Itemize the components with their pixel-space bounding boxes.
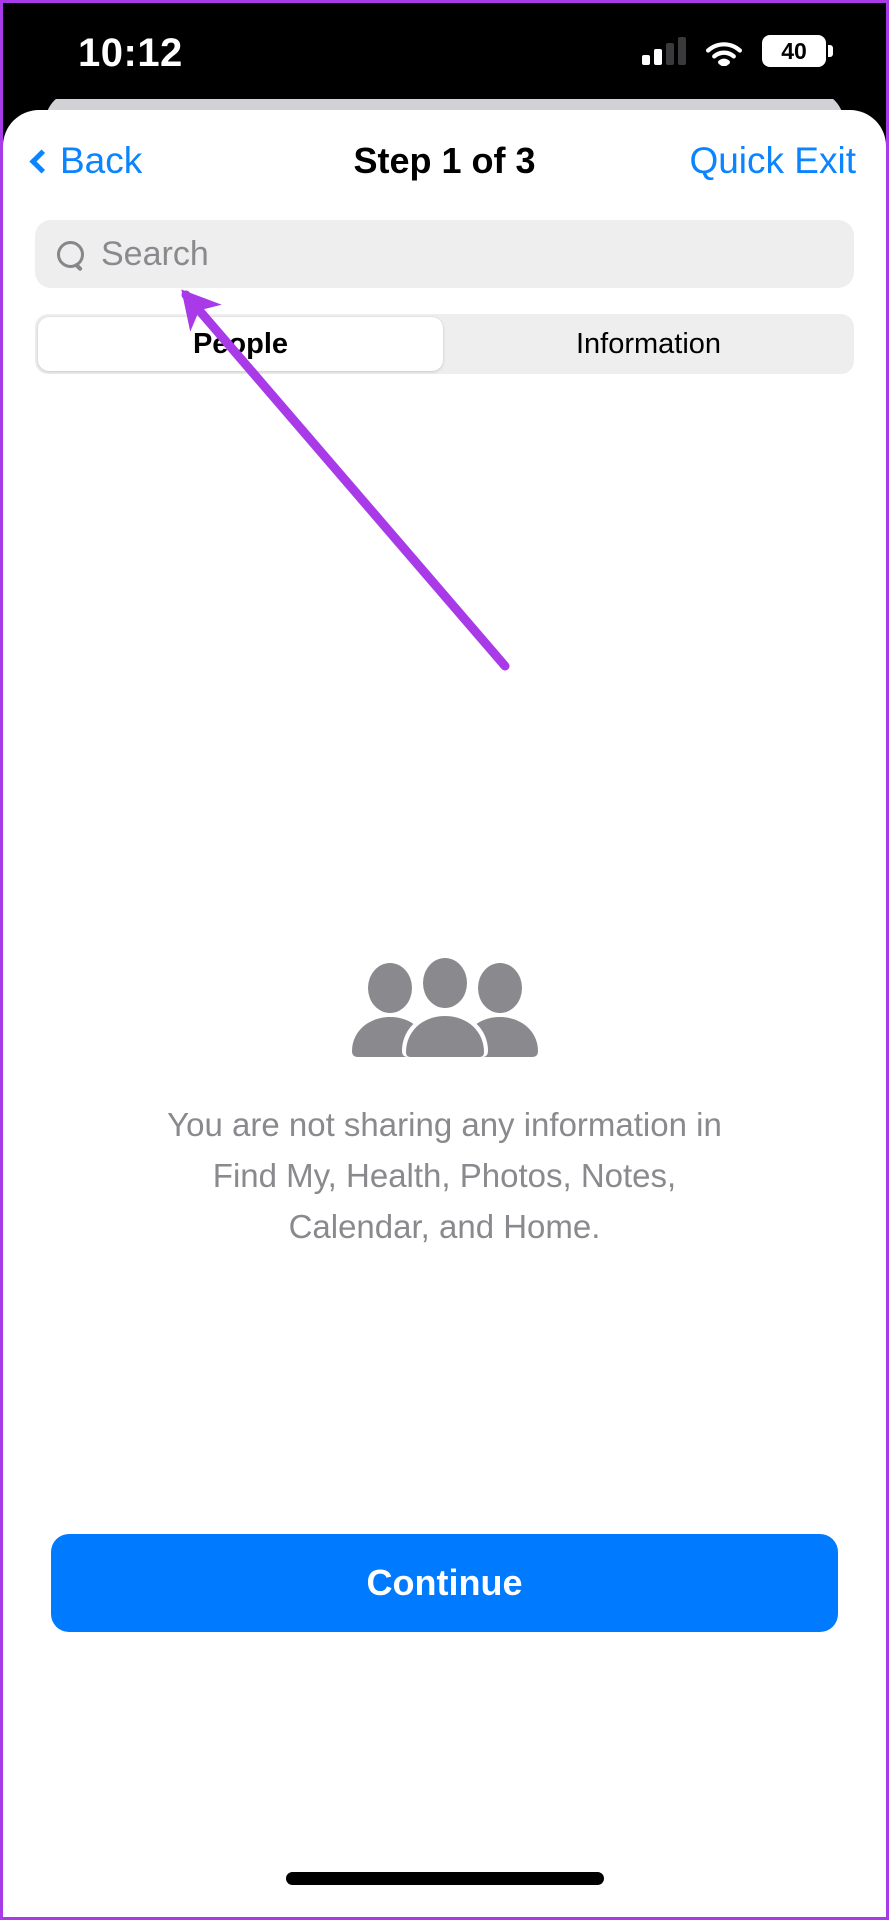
- battery-icon: 40: [762, 35, 833, 67]
- status-bar: 10:12 40: [3, 3, 886, 99]
- battery-level-label: 40: [781, 37, 807, 64]
- empty-state: You are not sharing any information in F…: [3, 955, 886, 1252]
- search-icon: [57, 241, 84, 268]
- navigation-bar: Back Step 1 of 3 Quick Exit: [3, 110, 886, 212]
- segmented-control[interactable]: People Information: [35, 314, 854, 374]
- status-time: 10:12: [78, 31, 183, 75]
- home-indicator[interactable]: [285, 1872, 604, 1885]
- cellular-signal-icon: [642, 37, 686, 65]
- status-indicators: 40: [642, 35, 833, 67]
- back-button[interactable]: Back: [29, 140, 143, 182]
- search-placeholder: Search: [101, 234, 209, 273]
- tab-people[interactable]: People: [38, 317, 443, 371]
- continue-button[interactable]: Continue: [51, 1534, 838, 1632]
- quick-exit-button[interactable]: Quick Exit: [689, 140, 856, 182]
- chevron-left-icon: [29, 148, 54, 174]
- search-input[interactable]: Search: [35, 220, 854, 288]
- empty-state-message: You are not sharing any information in F…: [167, 1106, 722, 1246]
- phone-screen: 10:12 40 Back Step 1 of 3 Quick Exit Sea…: [0, 0, 889, 1920]
- wifi-icon: [705, 41, 743, 66]
- people-group-icon: [351, 955, 538, 1057]
- back-button-label: Back: [60, 140, 143, 181]
- modal-sheet: Back Step 1 of 3 Quick Exit Search Peopl…: [3, 110, 886, 1917]
- tab-information[interactable]: Information: [446, 317, 851, 371]
